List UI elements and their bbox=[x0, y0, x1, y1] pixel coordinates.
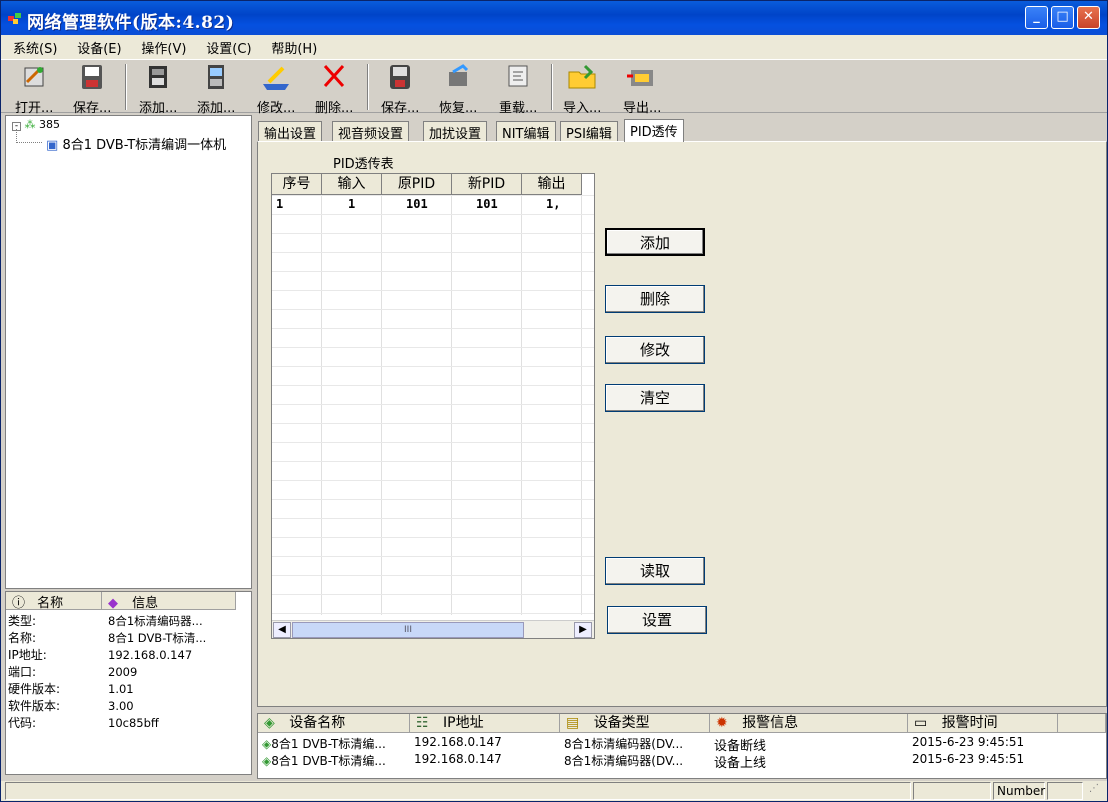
clear-button[interactable]: 清空 bbox=[605, 384, 705, 412]
info-row-type: 类型: 8合1标清编码器... bbox=[8, 614, 203, 628]
col-output[interactable]: 输出 bbox=[522, 174, 582, 195]
grid-lines bbox=[272, 195, 594, 615]
close-button[interactable]: ✕ bbox=[1077, 6, 1100, 29]
read-button[interactable]: 读取 bbox=[605, 557, 705, 585]
col-input[interactable]: 输入 bbox=[322, 174, 382, 195]
pid-table: 序号 输入 原PID 新PID 输出 1 1 101 101 1, ◀ III … bbox=[271, 173, 595, 639]
alarm-icon: ✹ bbox=[716, 715, 728, 731]
minimize-button[interactable]: _ bbox=[1025, 6, 1048, 29]
alarm-col-info[interactable]: ✹ 报警信息 bbox=[710, 714, 908, 733]
pid-table-title: PID透传表 bbox=[333, 157, 394, 172]
window-title: 网络管理软件(版本:4.82) bbox=[27, 13, 235, 33]
info-header-value[interactable]: ◆ 信息 bbox=[102, 592, 236, 611]
tab-scramble[interactable]: 加扰设置 bbox=[423, 121, 488, 142]
delete-icon bbox=[323, 64, 345, 88]
table-row[interactable]: ◈8合1 DVB-T标清编... 192.168.0.147 8合1标清编码器(… bbox=[258, 735, 1106, 754]
alarm-col-ip[interactable]: ☷ IP地址 bbox=[410, 714, 560, 733]
info-row-sw: 软件版本: 3.00 bbox=[8, 699, 134, 713]
scroll-left-icon[interactable]: ◀ bbox=[273, 622, 291, 638]
info-row-port: 端口: 2009 bbox=[8, 665, 138, 679]
add-item-icon bbox=[208, 65, 224, 89]
add-button[interactable]: 添加 bbox=[605, 228, 705, 256]
info-row-name: 名称: 8合1 DVB-T标清... bbox=[8, 631, 207, 645]
tab-psi[interactable]: PSI编辑 bbox=[560, 121, 618, 142]
add-item-button[interactable]: 添加... bbox=[187, 62, 245, 116]
delete-button[interactable]: 删除... bbox=[305, 62, 363, 116]
reload-button[interactable]: 重载... bbox=[489, 62, 547, 116]
tab-nit[interactable]: NIT编辑 bbox=[496, 121, 556, 142]
set-button[interactable]: 设置 bbox=[607, 606, 707, 634]
device-type-icon: ▤ bbox=[566, 715, 580, 731]
tab-av[interactable]: 视音频设置 bbox=[332, 121, 410, 142]
app-icon bbox=[8, 13, 21, 24]
device-info-panel: ⓘ 名称 ◆ 信息 类型: 8合1标清编码器... 名称: 8合1 DVB-T标清.… bbox=[5, 591, 252, 775]
alarm-col-name[interactable]: ◈ 设备名称 bbox=[258, 714, 410, 733]
col-orig-pid[interactable]: 原PID bbox=[382, 174, 452, 195]
status-bar: Number ⋰ bbox=[1, 781, 1107, 801]
table-row[interactable]: ◈8合1 DVB-T标清编... 192.168.0.147 8合1标清编码器(… bbox=[258, 752, 1106, 771]
menu-bar: 系统(S) 设备(E) 操作(V) 设置(C) 帮助(H) bbox=[1, 35, 1107, 59]
main-window: 网络管理软件(版本:4.82) _ □ ✕ 系统(S) 设备(E) 操作(V) … bbox=[0, 0, 1108, 802]
menu-system[interactable]: 系统(S) bbox=[13, 35, 57, 57]
import-button[interactable]: 导入... bbox=[553, 62, 611, 116]
online-icon: ◈ bbox=[262, 754, 272, 768]
tree-root[interactable]: - ⁂ 385 bbox=[12, 118, 60, 131]
device-tree: - ⁂ 385 ▣ 8合1 DVB-T标清编调一体机 bbox=[5, 115, 252, 589]
restore-button[interactable]: 恢复... bbox=[429, 62, 487, 116]
ip-icon: ☷ bbox=[416, 715, 429, 731]
export-button[interactable]: 导出... bbox=[613, 62, 671, 116]
save-config-icon bbox=[390, 65, 410, 89]
alarm-col-time[interactable]: ▭ 报警时间 bbox=[908, 714, 1058, 733]
device-icon: ▣ bbox=[46, 138, 59, 153]
menu-operation[interactable]: 操作(V) bbox=[141, 35, 186, 57]
info-row-ip: IP地址: 192.168.0.147 bbox=[8, 648, 193, 662]
title-bar: 网络管理软件(版本:4.82) _ □ ✕ bbox=[1, 1, 1107, 35]
table-row[interactable]: 1 1 101 101 1, bbox=[272, 197, 582, 215]
online-icon: ◈ bbox=[262, 737, 272, 751]
open-button[interactable]: 打开... bbox=[5, 62, 63, 116]
info-icon: ⓘ bbox=[12, 596, 26, 611]
alarm-col-type[interactable]: ▤ 设备类型 bbox=[560, 714, 710, 733]
book-icon: ◆ bbox=[108, 596, 118, 611]
device-name-icon: ◈ bbox=[264, 715, 275, 731]
info-header-name[interactable]: ⓘ 名称 bbox=[6, 592, 102, 611]
info-row-code: 代码: 10c85bff bbox=[8, 716, 159, 730]
resize-grip-icon[interactable]: ⋰ bbox=[1089, 783, 1105, 799]
status-message bbox=[5, 782, 911, 800]
scroll-right-icon[interactable]: ▶ bbox=[574, 622, 592, 638]
add-device-icon bbox=[149, 66, 167, 88]
save-config-button[interactable]: 保存... bbox=[371, 62, 429, 116]
export-icon bbox=[627, 70, 653, 86]
restore-icon bbox=[449, 64, 469, 86]
modify-button[interactable]: 修改... bbox=[247, 62, 305, 116]
save-icon bbox=[82, 65, 102, 89]
toolbar: 打开... 保存... 添加... 添加... 修改... 删除... 保存..… bbox=[1, 59, 1107, 116]
menu-settings[interactable]: 设置(C) bbox=[206, 35, 251, 57]
menu-device[interactable]: 设备(E) bbox=[77, 35, 121, 57]
edit-icon bbox=[263, 66, 289, 90]
tab-output[interactable]: 输出设置 bbox=[258, 121, 323, 142]
save-button[interactable]: 保存... bbox=[63, 62, 121, 116]
alarm-list: ◈ 设备名称 ☷ IP地址 ▤ 设备类型 ✹ 报警信息 ▭ 报警时间 ◈8合1 … bbox=[257, 713, 1107, 779]
col-index[interactable]: 序号 bbox=[272, 174, 322, 195]
clock-icon: ▭ bbox=[914, 715, 928, 731]
col-new-pid[interactable]: 新PID bbox=[452, 174, 522, 195]
network-icon: ⁂ bbox=[24, 118, 36, 131]
reload-icon bbox=[508, 65, 528, 87]
horizontal-scrollbar[interactable]: ◀ III ▶ bbox=[272, 620, 594, 638]
scroll-thumb[interactable]: III bbox=[292, 622, 524, 638]
open-icon bbox=[24, 67, 44, 87]
tree-device-label: 8合1 DVB-T标清编调一体机 bbox=[62, 138, 227, 153]
add-device-button[interactable]: 添加... bbox=[129, 62, 187, 116]
status-number: Number bbox=[993, 782, 1045, 800]
import-icon bbox=[568, 64, 596, 89]
edit-button[interactable]: 修改 bbox=[605, 336, 705, 364]
tree-device-item[interactable]: ▣ 8合1 DVB-T标清编调一体机 bbox=[46, 134, 226, 153]
maximize-button[interactable]: □ bbox=[1051, 6, 1074, 29]
tree-root-label: 385 bbox=[39, 118, 60, 131]
tab-pid[interactable]: PID透传 bbox=[624, 119, 684, 142]
menu-help[interactable]: 帮助(H) bbox=[271, 35, 317, 57]
info-row-hw: 硬件版本: 1.01 bbox=[8, 682, 134, 696]
remove-button[interactable]: 删除 bbox=[605, 285, 705, 313]
